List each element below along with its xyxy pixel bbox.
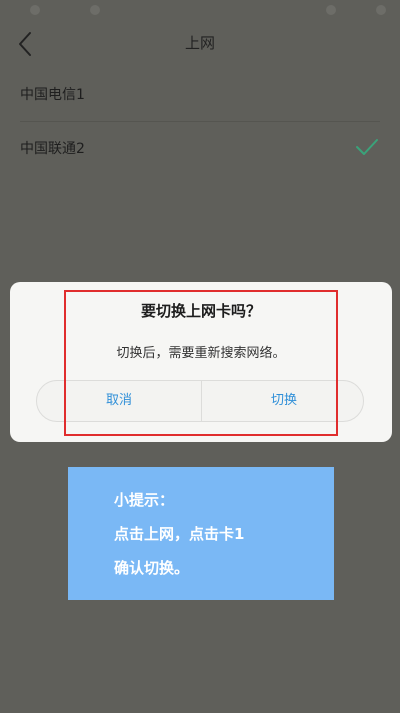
highlight-box xyxy=(64,290,338,436)
tip-box: 小提示： 点击上网，点击卡1 确认切换。 xyxy=(68,467,334,600)
sim-item-telecom[interactable]: 中国电信1 xyxy=(0,68,400,122)
sim-item-label: 中国联通2 xyxy=(20,141,85,157)
sim-item-unicom[interactable]: 中国联通2 xyxy=(0,122,400,176)
status-bar xyxy=(0,0,400,20)
status-indicator-icon xyxy=(30,5,40,15)
status-indicator-icon xyxy=(326,5,336,15)
status-indicator-icon xyxy=(376,5,386,15)
tip-line: 小提示： xyxy=(114,491,175,509)
sim-item-label: 中国电信1 xyxy=(20,87,85,103)
check-icon xyxy=(354,136,380,158)
page-title: 上网 xyxy=(184,34,215,52)
status-indicator-icon xyxy=(90,5,100,15)
tip-line: 确认切换。 xyxy=(114,559,190,577)
tip-line: 点击上网，点击卡1 xyxy=(114,525,245,543)
header: 上网 xyxy=(0,20,400,68)
